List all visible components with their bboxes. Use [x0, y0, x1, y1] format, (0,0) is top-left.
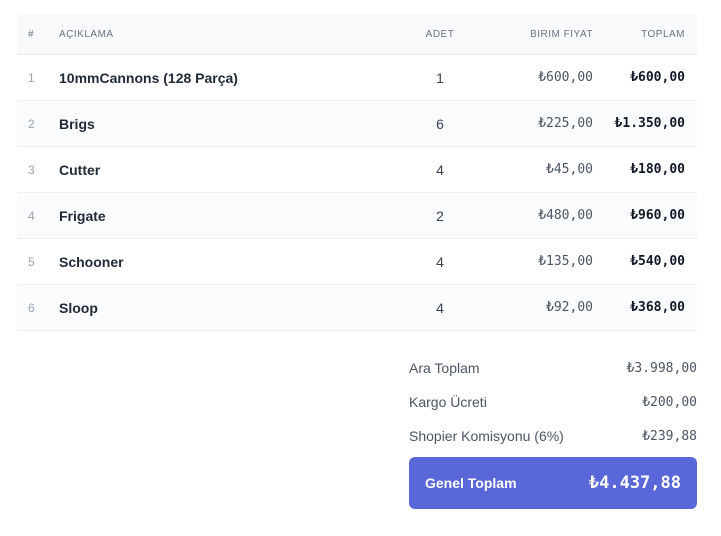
totals-summary: Ara Toplam ₺3.998,00 Kargo Ücreti ₺200,0… [409, 351, 697, 509]
table-row: 5 Schooner 4 ₺135,00 ₺540,00 [17, 239, 697, 285]
row-unit-price: ₺600,00 [538, 70, 593, 85]
row-quantity: 4 [436, 299, 444, 316]
row-description: Schooner [59, 253, 124, 270]
row-unit-price: ₺92,00 [546, 300, 593, 315]
row-quantity: 4 [436, 253, 444, 270]
row-unit-price: ₺480,00 [538, 208, 593, 223]
row-total: ₺180,00 [630, 162, 685, 177]
row-description: Brigs [59, 115, 95, 132]
row-num: 6 [28, 300, 35, 315]
row-total: ₺960,00 [630, 208, 685, 223]
row-total: ₺368,00 [630, 300, 685, 315]
header-total: TOPLAM [641, 28, 685, 40]
row-num: 4 [28, 208, 35, 223]
commission-label: Shopier Komisyonu (6%) [409, 428, 564, 444]
commission-value: ₺239,88 [642, 428, 697, 444]
commission-line: Shopier Komisyonu (6%) ₺239,88 [409, 419, 697, 453]
shipping-label: Kargo Ücreti [409, 394, 487, 410]
subtotal-label: Ara Toplam [409, 360, 480, 376]
table-row: 2 Brigs 6 ₺225,00 ₺1.350,00 [17, 101, 697, 147]
invoice-table: # AÇIKLAMA ADET BIRIM FIYAT TOPLAM 1 10m… [17, 14, 697, 331]
row-num: 2 [28, 116, 35, 131]
table-row: 3 Cutter 4 ₺45,00 ₺180,00 [17, 147, 697, 193]
row-unit-price: ₺135,00 [538, 254, 593, 269]
subtotal-value: ₺3.998,00 [626, 360, 697, 376]
row-description: Sloop [59, 299, 98, 316]
table-row: 1 10mmCannons (128 Parça) 1 ₺600,00 ₺600… [17, 55, 697, 101]
row-quantity: 1 [436, 69, 444, 86]
row-num: 3 [28, 162, 35, 177]
header-description: AÇIKLAMA [59, 28, 114, 40]
row-quantity: 4 [436, 161, 444, 178]
row-description: Frigate [59, 207, 106, 224]
row-description: 10mmCannons (128 Parça) [59, 69, 238, 86]
row-description: Cutter [59, 161, 101, 178]
shipping-line: Kargo Ücreti ₺200,00 [409, 385, 697, 419]
table-header: # AÇIKLAMA ADET BIRIM FIYAT TOPLAM [17, 14, 697, 55]
row-unit-price: ₺225,00 [538, 116, 593, 131]
subtotal-line: Ara Toplam ₺3.998,00 [409, 351, 697, 385]
row-quantity: 2 [436, 207, 444, 224]
table-row: 6 Sloop 4 ₺92,00 ₺368,00 [17, 285, 697, 331]
row-num: 1 [28, 70, 35, 85]
grand-total-label: Genel Toplam [425, 475, 517, 491]
header-unit-price: BIRIM FIYAT [530, 28, 593, 40]
grand-total-box: Genel Toplam ₺4.437,88 [409, 457, 697, 509]
header-quantity: ADET [425, 28, 455, 40]
row-total: ₺540,00 [630, 254, 685, 269]
header-num: # [28, 28, 35, 40]
table-row: 4 Frigate 2 ₺480,00 ₺960,00 [17, 193, 697, 239]
shipping-value: ₺200,00 [642, 394, 697, 410]
row-total: ₺600,00 [630, 70, 685, 85]
row-quantity: 6 [436, 115, 444, 132]
row-num: 5 [28, 254, 35, 269]
row-unit-price: ₺45,00 [546, 162, 593, 177]
grand-total-value: ₺4.437,88 [588, 473, 681, 493]
row-total: ₺1.350,00 [614, 116, 685, 131]
